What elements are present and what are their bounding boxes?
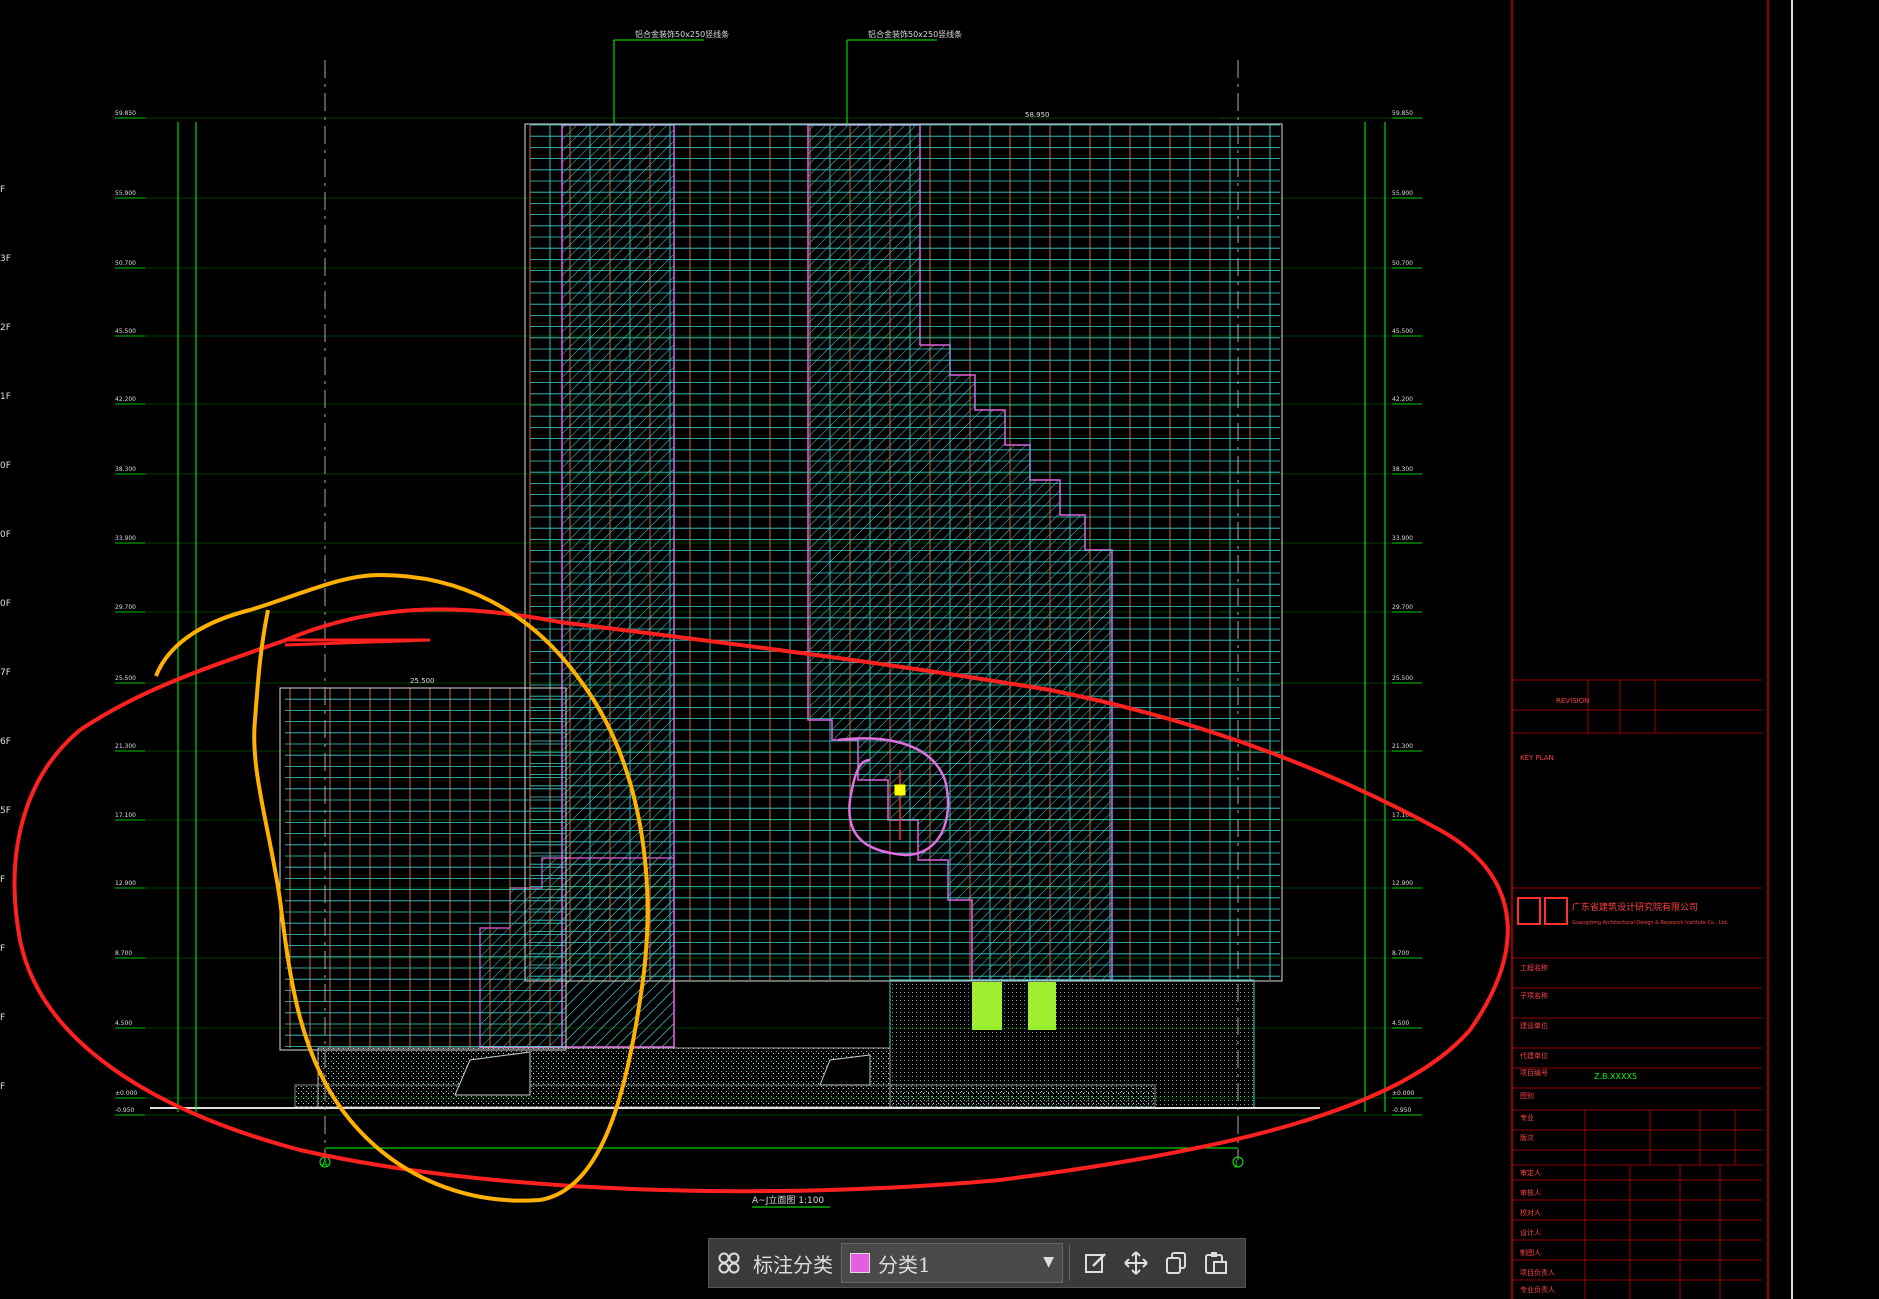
key-plan-label: KEY PLAN <box>1520 754 1554 762</box>
titleblock-row-label: 建设单位 <box>1520 1021 1548 1030</box>
floor-label: 0F <box>0 530 11 540</box>
category-color-swatch <box>850 1253 870 1273</box>
edit-icon[interactable] <box>1076 1243 1116 1283</box>
titleblock-row-label: 子项名称 <box>1520 991 1548 1000</box>
titleblock-row-label: 版次 <box>1520 1133 1534 1142</box>
elevation-mark: ±0.000 <box>1392 1090 1414 1097</box>
top-note-1: 铝合金装饰50x250竖线条 <box>635 29 729 39</box>
titleblock-row-label: 审定人 <box>1520 1168 1541 1177</box>
copy-icon[interactable] <box>1156 1243 1196 1283</box>
floor-label: 0F <box>0 599 11 609</box>
elevation-mark: 12.900 <box>115 880 136 887</box>
elevation-mark: 8.700 <box>115 950 132 957</box>
revision-label: REVISION <box>1556 697 1589 705</box>
elevation-mark: 33.900 <box>1392 535 1413 542</box>
titleblock-row-label: 图别 <box>1520 1091 1534 1100</box>
elevation-mark: 50.700 <box>115 260 136 267</box>
titleblock-row-label: 项目编号 <box>1520 1068 1548 1077</box>
company-name: 广东省建筑设计研究院有限公司 <box>1572 901 1698 913</box>
elevation-mark: 33.900 <box>115 535 136 542</box>
elevation-mark: 25.500 <box>115 675 136 682</box>
floor-label: F <box>0 875 5 885</box>
project-code: Z.B.XXXX5 <box>1594 1072 1637 1081</box>
top-note-2: 铝合金装饰50x250竖线条 <box>868 29 962 39</box>
axis-j-label: J <box>1234 1159 1237 1168</box>
company-logo <box>1517 897 1541 925</box>
elevation-mark: 38.300 <box>1392 466 1413 473</box>
toolbar-divider <box>1069 1245 1070 1281</box>
floor-label: 3F <box>0 254 11 264</box>
move-icon[interactable] <box>1116 1243 1156 1283</box>
titleblock-row-label: 专业负责人 <box>1520 1285 1555 1294</box>
floor-label: 0F <box>0 461 11 471</box>
elevation-mark: 59.850 <box>115 110 136 117</box>
elevation-mark: 42.200 <box>1392 396 1413 403</box>
floor-label: 2F <box>0 323 11 333</box>
floor-label: F <box>0 185 5 195</box>
elevation-mark: ±0.000 <box>115 1090 137 1097</box>
paste-icon[interactable] <box>1196 1243 1236 1283</box>
company-name-en: Guangdong Architectural Design & Researc… <box>1572 920 1729 926</box>
elevation-mark: 45.500 <box>1392 328 1413 335</box>
category-select[interactable]: 分类1 ▼ <box>841 1243 1063 1283</box>
title-block: KEY PLAN REVISION 广东省建筑设计研究院有限公司 Guangdo… <box>1511 0 1793 1299</box>
titleblock-row-label: 审核人 <box>1520 1188 1541 1197</box>
elevation-mark: 42.200 <box>115 396 136 403</box>
elevation-markers: 59.850 59.850 55.900 55.900 50.700 50.700 45.5… <box>0 110 1422 1116</box>
annotation-toolbar: 标注分类 分类1 ▼ <box>708 1238 1246 1288</box>
annex-dimension: 25.500 <box>410 677 435 685</box>
elevation-mark: 59.850 <box>1392 110 1413 117</box>
elevation-mark: 21.300 <box>1392 743 1413 750</box>
chevron-down-icon: ▼ <box>1043 1254 1054 1270</box>
titleblock-row-label: 代建单位 <box>1520 1051 1548 1060</box>
elevation-mark: 4.500 <box>1392 1020 1409 1027</box>
elevation-mark: 4.500 <box>115 1020 132 1027</box>
floor-label: F <box>0 1013 5 1023</box>
floor-label: F <box>0 1082 5 1092</box>
elevation-mark: 8.700 <box>1392 950 1409 957</box>
elevation-mark: 55.900 <box>115 190 136 197</box>
view-title: A~J立面图 1:100 <box>752 1194 824 1206</box>
top-dimension: 58.950 <box>1025 111 1050 119</box>
elevation-mark: 29.700 <box>1392 604 1413 611</box>
category-value: 分类1 <box>878 1252 931 1277</box>
titleblock-row-label: 制图人 <box>1520 1248 1541 1257</box>
annotation-category-label: 标注分类 <box>753 1252 833 1277</box>
titleblock-row-label: 校对人 <box>1520 1208 1541 1217</box>
titleblock-row-label: 项目负责人 <box>1520 1268 1555 1277</box>
elevation-mark: 17.100 <box>115 812 136 819</box>
floor-label: 1F <box>0 392 11 402</box>
elevation-mark: 38.300 <box>115 466 136 473</box>
elevation-mark: 55.900 <box>1392 190 1413 197</box>
floor-label: 7F <box>0 668 11 678</box>
titleblock-row-label: 专业 <box>1520 1113 1534 1122</box>
elevation-mark: 21.300 <box>115 743 136 750</box>
floor-label: 5F <box>0 806 11 816</box>
elevation-mark: 12.900 <box>1392 880 1413 887</box>
floor-label: 6F <box>0 737 11 747</box>
grid-icon[interactable] <box>709 1243 749 1283</box>
cad-drawing-canvas[interactable]: 59.850 59.850 55.900 55.900 50.700 50.700 45.5… <box>0 0 1879 1299</box>
titleblock-row-label: 工程名称 <box>1520 963 1548 972</box>
elevation-mark: 25.500 <box>1392 675 1413 682</box>
axis-a-label: A <box>322 1159 328 1168</box>
titleblock-row-label: 设计人 <box>1520 1228 1541 1237</box>
elevation-mark: 45.500 <box>115 328 136 335</box>
elevation-mark: -0.950 <box>1392 1107 1412 1114</box>
elevation-mark: 29.700 <box>115 604 136 611</box>
elevation-mark: 50.700 <box>1392 260 1413 267</box>
floor-label: F <box>0 944 5 954</box>
elevation-mark: -0.950 <box>115 1107 135 1114</box>
